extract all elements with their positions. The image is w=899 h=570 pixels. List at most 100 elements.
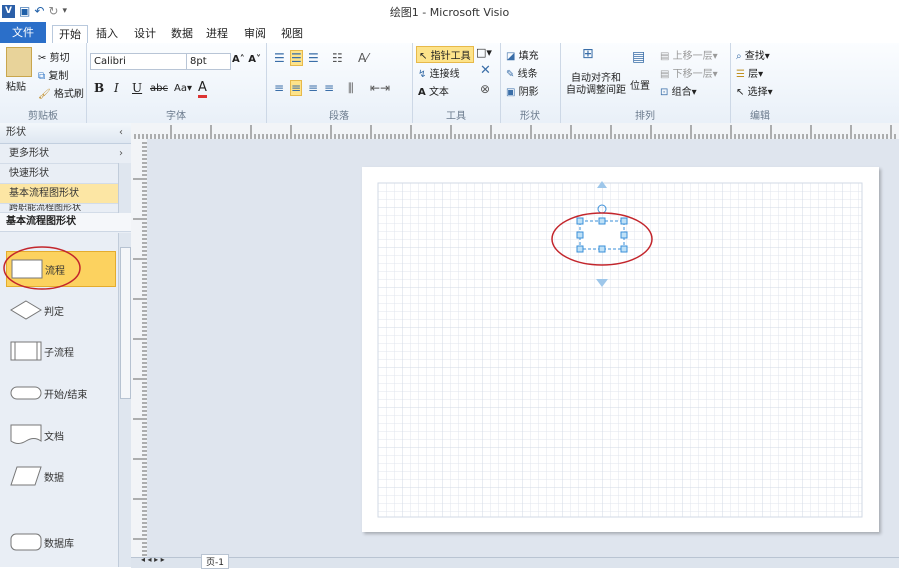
- pointer-tool-button[interactable]: ↖ 指针工具: [416, 46, 474, 63]
- shape-terminator-label: 开始/结束: [44, 390, 88, 401]
- select-icon: ↖: [736, 87, 745, 98]
- quick-shapes-item[interactable]: 快速形状: [0, 164, 131, 184]
- paragraph-group: ☰ ☰ ☰ ☷ A⁄ ≡ ≡ ≡ ≡ ⫼ ⇤⇥ 段落: [266, 43, 413, 123]
- rectangle-tool-icon[interactable]: □▾: [476, 46, 492, 59]
- shape-document[interactable]: 文档: [6, 418, 114, 454]
- font-name-select[interactable]: Calibri: [90, 53, 187, 70]
- tab-home[interactable]: 开始: [52, 25, 88, 43]
- window-title: 绘图1 - Microsoft Visio: [389, 6, 510, 19]
- text-tool-button[interactable]: A 文本: [418, 83, 449, 98]
- shape-data-label: 数据: [44, 473, 64, 484]
- fill-button[interactable]: ◪ 填充: [506, 47, 539, 62]
- connector-icon: ↯: [418, 69, 427, 80]
- database-shape-icon: [10, 533, 42, 551]
- tab-review[interactable]: 审阅: [238, 25, 272, 42]
- tab-insert[interactable]: 插入: [90, 25, 124, 42]
- bold-icon[interactable]: B: [94, 81, 104, 95]
- horizontal-ruler: [131, 123, 899, 140]
- tab-file[interactable]: 文件: [0, 22, 46, 43]
- align-left-icon[interactable]: ≡: [274, 81, 284, 95]
- grow-font-icon[interactable]: A˄ A˅: [232, 54, 261, 65]
- line-button[interactable]: ✎ 线条: [506, 65, 538, 80]
- down-arrow-icon[interactable]: [596, 279, 608, 287]
- align-right-icon[interactable]: ≡: [308, 81, 318, 95]
- shape-terminator[interactable]: 开始/结束: [6, 376, 114, 412]
- scrollbar-thumb[interactable]: [120, 247, 131, 399]
- tab-design[interactable]: 设计: [128, 25, 162, 42]
- shape-subprocess[interactable]: 子流程: [6, 334, 114, 370]
- italic-icon[interactable]: I: [114, 81, 119, 95]
- stencil-scrollbar[interactable]: [118, 233, 131, 567]
- shape-process[interactable]: 流程: [6, 251, 116, 287]
- auto-align-button[interactable]: 自动对齐和 自动调整间距: [566, 73, 626, 97]
- vertical-ruler-ticks: [133, 142, 147, 564]
- text-direction-icon[interactable]: A⁄: [358, 51, 368, 65]
- stencil-title: 基本流程图形状: [0, 213, 131, 232]
- more-shapes-item[interactable]: 更多形状 ›: [0, 144, 131, 164]
- editing-group-label: 编辑: [750, 111, 770, 122]
- rotation-handle-icon[interactable]: [597, 204, 607, 214]
- basic-flowchart-stencil-item[interactable]: 基本流程图形状: [0, 184, 131, 204]
- indent-icon[interactable]: ⇤⇥: [370, 81, 390, 95]
- position-button[interactable]: 位置: [630, 77, 650, 92]
- tab-data[interactable]: 数据: [165, 25, 199, 42]
- binoculars-icon: ⌕: [736, 51, 742, 62]
- case-icon[interactable]: Aa▾: [174, 83, 192, 94]
- paste-button[interactable]: 粘贴: [6, 78, 26, 93]
- font-size-select[interactable]: 8pt: [186, 53, 231, 70]
- connector-button[interactable]: ↯ 连接线: [418, 65, 460, 80]
- underline-icon[interactable]: U: [132, 81, 142, 95]
- tab-view[interactable]: 视图: [275, 25, 309, 42]
- strikethrough-icon[interactable]: abc: [150, 83, 168, 94]
- cut-button[interactable]: ✂ 剪切: [38, 49, 70, 64]
- bullets-icon[interactable]: ☷: [332, 51, 343, 65]
- font-color-icon[interactable]: A: [198, 80, 207, 98]
- layers-button[interactable]: ☰ 层▾: [736, 65, 763, 80]
- group-button[interactable]: ⊡ 组合▾: [660, 83, 697, 98]
- connection-point-icon[interactable]: ⊗: [480, 82, 490, 96]
- group-icon: ⊡: [660, 87, 669, 98]
- select-button[interactable]: ↖ 选择▾: [736, 83, 773, 98]
- decision-shape-icon: [10, 300, 42, 320]
- page-navigation-icon[interactable]: ◂ ◂ ▸ ▸: [141, 555, 165, 564]
- bring-forward-button[interactable]: ▤ 上移一层▾: [660, 47, 718, 62]
- justify-icon[interactable]: ≡: [324, 81, 334, 95]
- align-center-icon[interactable]: ≡: [290, 80, 303, 96]
- stencil-list-scrollbar[interactable]: [118, 163, 131, 213]
- align-bottom-icon[interactable]: ☰: [308, 51, 319, 65]
- selected-process-shape[interactable]: [547, 179, 657, 289]
- tools-group-label: 工具: [446, 111, 466, 122]
- drawing-canvas[interactable]: [147, 139, 899, 567]
- shape-database[interactable]: 数据库: [6, 525, 114, 561]
- shape-decision[interactable]: 判定: [6, 293, 114, 329]
- drawing-page[interactable]: [362, 167, 879, 532]
- paste-icon[interactable]: [6, 47, 32, 77]
- shadow-button[interactable]: ▣ 阴影: [506, 83, 539, 98]
- tab-process[interactable]: 进程: [200, 25, 234, 42]
- ribbon: 粘贴 ✂ 剪切 ⧉ 复制 🖌 格式刷 剪贴板 Calibri 8pt A˄ A˅…: [0, 43, 899, 124]
- cross-functional-stencil-item[interactable]: 跨职能流程图形状: [0, 204, 131, 213]
- document-shape-icon: [10, 424, 42, 444]
- align-middle-icon[interactable]: ☰: [290, 50, 303, 66]
- shapes-panel-title: 形状: [6, 127, 26, 138]
- collapse-panel-icon[interactable]: ‹: [119, 123, 123, 143]
- shapes-panel: 形状 ‹ 更多形状 › 快速形状 基本流程图形状 跨职能流程图形状 基本流程图形状…: [0, 123, 132, 567]
- delete-icon[interactable]: ✕: [480, 63, 491, 78]
- find-button[interactable]: ⌕ 查找▾: [736, 47, 770, 62]
- auto-align-icon: ⊞: [582, 46, 594, 62]
- brush-icon: 🖌: [38, 89, 51, 100]
- page-tabs-bar: ◂ ◂ ▸ ▸ 页-1: [131, 554, 899, 569]
- up-arrow-icon[interactable]: [597, 181, 607, 188]
- chevron-right-icon: ›: [119, 148, 123, 159]
- vertical-ruler: [131, 139, 148, 567]
- shape-data[interactable]: 数据: [6, 459, 114, 495]
- send-backward-button[interactable]: ▤ 下移一层▾: [660, 65, 718, 80]
- copy-icon: ⧉: [38, 71, 46, 82]
- columns-icon[interactable]: ⫼: [348, 81, 354, 96]
- clipboard-group: 粘贴 ✂ 剪切 ⧉ 复制 🖌 格式刷 剪贴板: [0, 43, 87, 123]
- align-top-icon[interactable]: ☰: [274, 51, 285, 65]
- clipboard-group-label: 剪贴板: [28, 111, 58, 122]
- line-icon: ✎: [506, 69, 515, 80]
- copy-button[interactable]: ⧉ 复制: [38, 67, 68, 82]
- format-painter-button[interactable]: 🖌 格式刷: [38, 85, 84, 100]
